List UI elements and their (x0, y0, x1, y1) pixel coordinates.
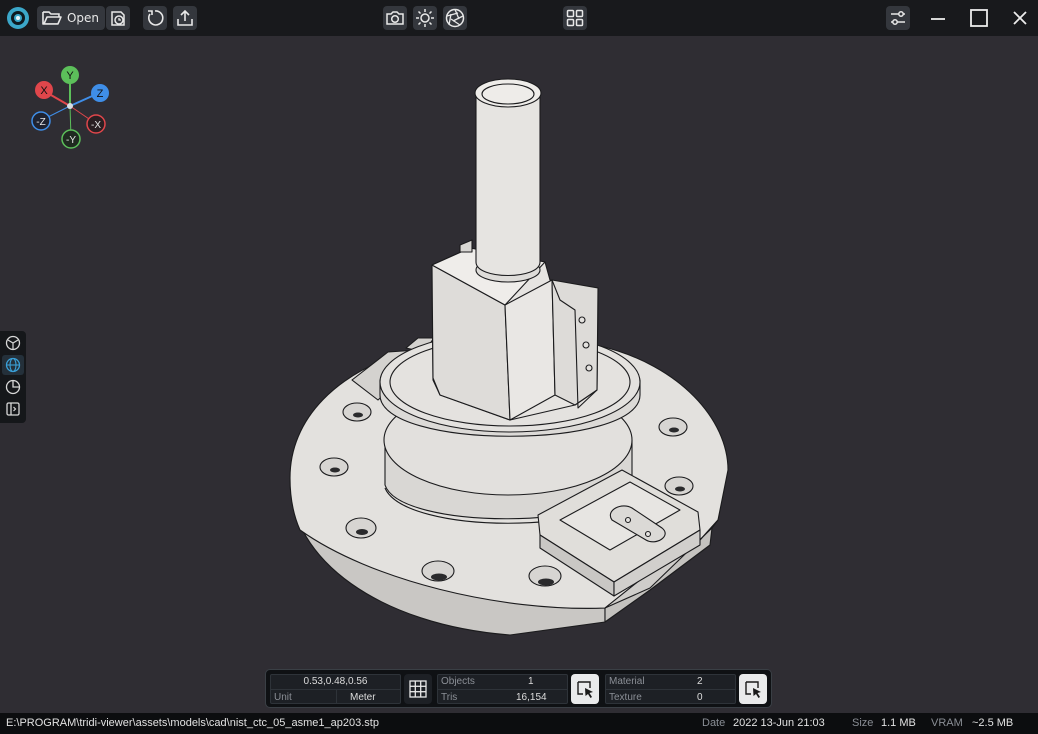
screenshot-button[interactable] (383, 6, 407, 30)
model-icon (5, 335, 21, 351)
vram-value: ~2.5 MB (972, 717, 1014, 729)
svg-text:-X: -X (91, 120, 101, 131)
panel-toggle-icon (6, 402, 20, 416)
svg-text:-Y: -Y (66, 135, 76, 146)
settings-button[interactable] (886, 6, 910, 30)
cursor-coordinates: 0.53,0.48,0.56 (303, 676, 368, 687)
light-icon (416, 9, 434, 27)
objects-value: 1 (528, 676, 534, 687)
reset-icon (147, 10, 164, 26)
app-logo-icon (7, 7, 29, 29)
lighting-button[interactable] (413, 6, 437, 30)
folder-open-icon (42, 11, 62, 25)
file-path: E:\PROGRAM\tridi-viewer\assets\models\ca… (6, 717, 379, 729)
texture-value: 0 (697, 692, 703, 703)
aperture-icon (445, 8, 465, 28)
reset-view-button[interactable] (143, 6, 167, 30)
axis-z-handle[interactable]: Z (91, 84, 109, 102)
cad-model (289, 78, 729, 636)
axis-neg-y-handle[interactable]: -Y (61, 129, 81, 149)
render-mode-button[interactable] (443, 6, 467, 30)
axis-neg-z-handle[interactable]: -Z (31, 111, 51, 131)
minimize-icon (931, 18, 945, 20)
pie-chart-icon (5, 379, 21, 395)
tris-value: 16,154 (516, 692, 547, 703)
app-logo[interactable] (5, 6, 31, 30)
environment-button[interactable] (2, 355, 24, 375)
statistics-button[interactable] (2, 377, 24, 397)
svg-text:Y: Y (66, 70, 74, 82)
vram-label: VRAM (931, 717, 963, 729)
settings-sliders-icon (891, 11, 905, 25)
globe-icon (5, 357, 21, 373)
size-label: Size (852, 717, 874, 729)
objects-label: Objects (441, 676, 475, 687)
layout-button[interactable] (563, 6, 587, 30)
grid-toggle-button[interactable] (404, 674, 432, 704)
svg-text:-Z: -Z (36, 117, 45, 128)
grid-icon (409, 680, 427, 698)
minimize-button[interactable] (924, 4, 952, 32)
panel-toggle-button[interactable] (2, 399, 24, 419)
texture-label: Texture (609, 692, 642, 703)
model-view-button[interactable] (2, 333, 24, 353)
material-value: 2 (697, 676, 703, 687)
axis-gizmo[interactable]: Y X Z -Z -X -Y (28, 64, 116, 152)
export-icon (177, 9, 193, 26)
open-label: Open (66, 11, 99, 25)
layout-grid-icon (566, 9, 584, 27)
select-material-button[interactable] (739, 674, 767, 704)
close-button[interactable] (1006, 4, 1034, 32)
pointer-select-icon (577, 681, 593, 698)
date-value: 2022 13-Jun 21:03 (733, 717, 825, 729)
select-object-button[interactable] (571, 674, 599, 704)
history-icon (111, 11, 125, 26)
svg-text:X: X (40, 85, 48, 97)
date-label: Date (702, 717, 726, 729)
close-icon (1013, 11, 1027, 25)
unit-value[interactable]: Meter (350, 691, 376, 705)
unit-label: Unit (274, 692, 292, 703)
svg-text:Z: Z (97, 88, 104, 100)
side-panel (0, 331, 26, 423)
material-label: Material (609, 676, 645, 687)
camera-icon (386, 11, 404, 25)
maximize-button[interactable] (965, 4, 993, 32)
status-bar: E:\PROGRAM\tridi-viewer\assets\models\ca… (0, 713, 1038, 734)
size-value: 1.1 MB (881, 717, 916, 729)
maximize-icon (970, 9, 988, 27)
open-button[interactable]: Open (37, 6, 105, 30)
tris-label: Tris (441, 692, 458, 703)
axis-y-handle[interactable]: Y (61, 66, 79, 84)
top-toolbar: Open (0, 0, 1038, 36)
axis-neg-x-handle[interactable]: -X (86, 114, 106, 134)
3d-viewport[interactable] (0, 36, 1038, 666)
stats-panel: 0.53,0.48,0.56 Unit Meter Objects 1 Tris… (265, 669, 772, 708)
history-button[interactable] (106, 6, 130, 30)
export-button[interactable] (173, 6, 197, 30)
axis-x-handle[interactable]: X (35, 81, 53, 99)
pointer-select-icon (745, 681, 761, 698)
